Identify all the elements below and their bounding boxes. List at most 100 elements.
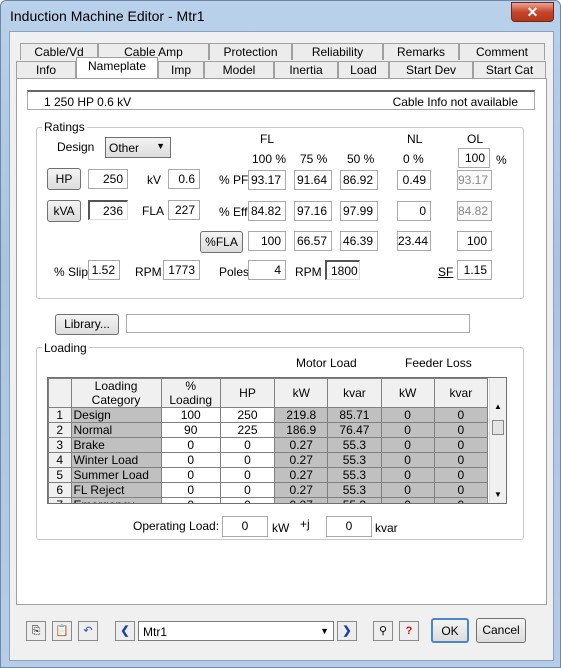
loading-table: Loading Category % Loading HP kW kvar kW… (48, 378, 489, 503)
close-button[interactable]: ✕ (511, 2, 554, 22)
operating-kvar-field: 0 (326, 516, 372, 537)
fla-100-field[interactable]: 100 (248, 231, 286, 251)
row-number: 3 (48, 437, 72, 453)
plus-j-label: +j (300, 517, 310, 531)
pf-nl-field[interactable]: 0.49 (397, 170, 431, 190)
design-select[interactable]: Other ▼ (105, 137, 171, 158)
previous-icon[interactable]: ❮ (115, 621, 135, 641)
table-row[interactable]: 2 Normal 90 225 186.9 76.47 0 0 (48, 422, 489, 438)
loading-value-cell[interactable]: 0 (160, 452, 221, 468)
tab-imp[interactable]: Imp (158, 61, 204, 78)
loading-value-cell[interactable]: 250 (219, 407, 276, 423)
hp-field[interactable]: 250 (88, 169, 128, 189)
help-icon[interactable]: ? (399, 621, 419, 641)
rpm-field[interactable]: 1773 (163, 260, 200, 280)
pf-50-field[interactable]: 86.92 (340, 170, 378, 190)
library-field[interactable] (126, 314, 470, 333)
col-header: % Loading (160, 378, 221, 408)
design-label: Design (57, 140, 95, 154)
fla-nl-field[interactable]: 23.44 (397, 231, 431, 251)
loading-value-cell[interactable]: 90 (160, 422, 221, 438)
poles-label: Poles (219, 265, 250, 279)
table-row[interactable]: 5 Summer Load 0 0 0.27 55.3 0 0 (48, 467, 489, 483)
library-button[interactable]: Library... (55, 314, 119, 335)
table-row[interactable]: 3 Brake 0 0 0.27 55.3 0 0 (48, 437, 489, 453)
element-selector[interactable]: Mtr1 ▼ (138, 621, 334, 641)
info-bar-right: Cable Info not available (392, 95, 518, 109)
ol-percent-field[interactable]: 100 (458, 148, 490, 168)
paste-icon[interactable]: 📋 (52, 621, 72, 641)
tab-nameplate[interactable]: Nameplate (76, 57, 158, 78)
tab-reliability[interactable]: Reliability (292, 43, 383, 60)
loading-value-cell[interactable]: 0 (219, 467, 276, 483)
fla-75-field[interactable]: 66.57 (294, 231, 332, 251)
binoculars-icon[interactable]: ⚲ (373, 621, 393, 641)
col-header: kW (274, 378, 329, 408)
ol-header: OL (467, 132, 484, 146)
scroll-down-icon[interactable]: ▼ (494, 490, 502, 499)
scroll-thumb[interactable] (492, 420, 504, 435)
hp-button[interactable]: HP (47, 168, 81, 190)
table-row[interactable]: 1 Design 100 250 219.8 85.71 0 0 (48, 407, 489, 423)
loading-category-cell: Brake (70, 437, 162, 453)
eff-50-field[interactable]: 97.99 (340, 201, 378, 221)
tab-comment[interactable]: Comment (459, 43, 545, 60)
eff-label: % Eff (219, 205, 248, 219)
tab-remarks[interactable]: Remarks (383, 43, 459, 60)
cancel-button[interactable]: Cancel (476, 618, 526, 643)
poles-field[interactable]: 4 (248, 260, 286, 280)
loading-value-cell[interactable]: 0 (219, 437, 276, 453)
pf-label: % PF (219, 173, 249, 187)
grid-scrollbar[interactable]: ▲ ▼ (489, 378, 506, 503)
table-row[interactable]: 7Emergency000.2755.300 (48, 497, 489, 503)
eff-100-field[interactable]: 84.82 (248, 201, 286, 221)
loading-value-cell[interactable]: 0 (160, 467, 221, 483)
computed-value-cell: 0.27 (274, 437, 329, 453)
table-row[interactable]: 4 Winter Load 0 0 0.27 55.3 0 0 (48, 452, 489, 468)
loading-value-cell[interactable]: 0 (160, 482, 221, 498)
tab-protection[interactable]: Protection (209, 43, 292, 60)
computed-value-cell: 55.3 (327, 497, 382, 503)
computed-value-cell: 0 (433, 407, 489, 423)
editor-window: Induction Machine Editor - Mtr1 ✕ Cable/… (0, 0, 561, 668)
tab-start-dev[interactable]: Start Dev (389, 61, 473, 78)
loading-value-cell[interactable]: 0 (219, 482, 276, 498)
pf-100-field[interactable]: 93.17 (248, 170, 286, 190)
eff-ol-field: 84.82 (457, 201, 492, 221)
fla-field[interactable]: 227 (168, 200, 200, 220)
computed-value-cell: 0 (380, 482, 435, 498)
tab-inertia[interactable]: Inertia (274, 61, 338, 78)
loading-value-cell[interactable]: 225 (219, 422, 276, 438)
copy-icon[interactable]: ⎘ (26, 621, 46, 641)
pct50-header: 50 % (347, 152, 375, 166)
next-icon[interactable]: ❯ (337, 621, 357, 641)
tab-load[interactable]: Load (338, 61, 389, 78)
tab-start-cat[interactable]: Start Cat (473, 61, 546, 78)
kva-field: 236 (88, 200, 128, 220)
loading-value-cell[interactable]: 0 (160, 497, 221, 503)
loading-value-cell[interactable]: 0 (219, 497, 276, 503)
eff-nl-field[interactable]: 0 (397, 201, 431, 221)
loading-value-cell[interactable]: 100 (160, 407, 221, 423)
slip-field[interactable]: 1.52 (88, 260, 120, 280)
sf-field[interactable]: 1.15 (457, 260, 492, 280)
sync-rpm-label: RPM (295, 265, 322, 279)
row-number: 4 (48, 452, 72, 468)
loading-value-cell[interactable]: 0 (219, 452, 276, 468)
tab-model[interactable]: Model (204, 61, 274, 78)
ok-button[interactable]: OK (431, 618, 469, 643)
eff-75-field[interactable]: 97.16 (294, 201, 332, 221)
feeder-loss-header: Feeder Loss (405, 356, 472, 370)
kva-button[interactable]: kVA (47, 200, 81, 222)
kv-field[interactable]: 0.6 (168, 169, 200, 189)
pf-75-field[interactable]: 91.64 (294, 170, 332, 190)
loading-value-cell[interactable]: 0 (160, 437, 221, 453)
pct-fla-button[interactable]: %FLA (200, 231, 243, 253)
fla-50-field[interactable]: 46.39 (340, 231, 378, 251)
tab-info[interactable]: Info (16, 61, 76, 78)
scroll-up-icon[interactable]: ▲ (494, 402, 502, 411)
table-row[interactable]: 6 FL Reject 0 0 0.27 55.3 0 0 (48, 482, 489, 498)
motor-load-header: Motor Load (296, 356, 357, 370)
undo-icon[interactable]: ↶ (78, 621, 98, 641)
fla-ol-field[interactable]: 100 (457, 231, 492, 251)
